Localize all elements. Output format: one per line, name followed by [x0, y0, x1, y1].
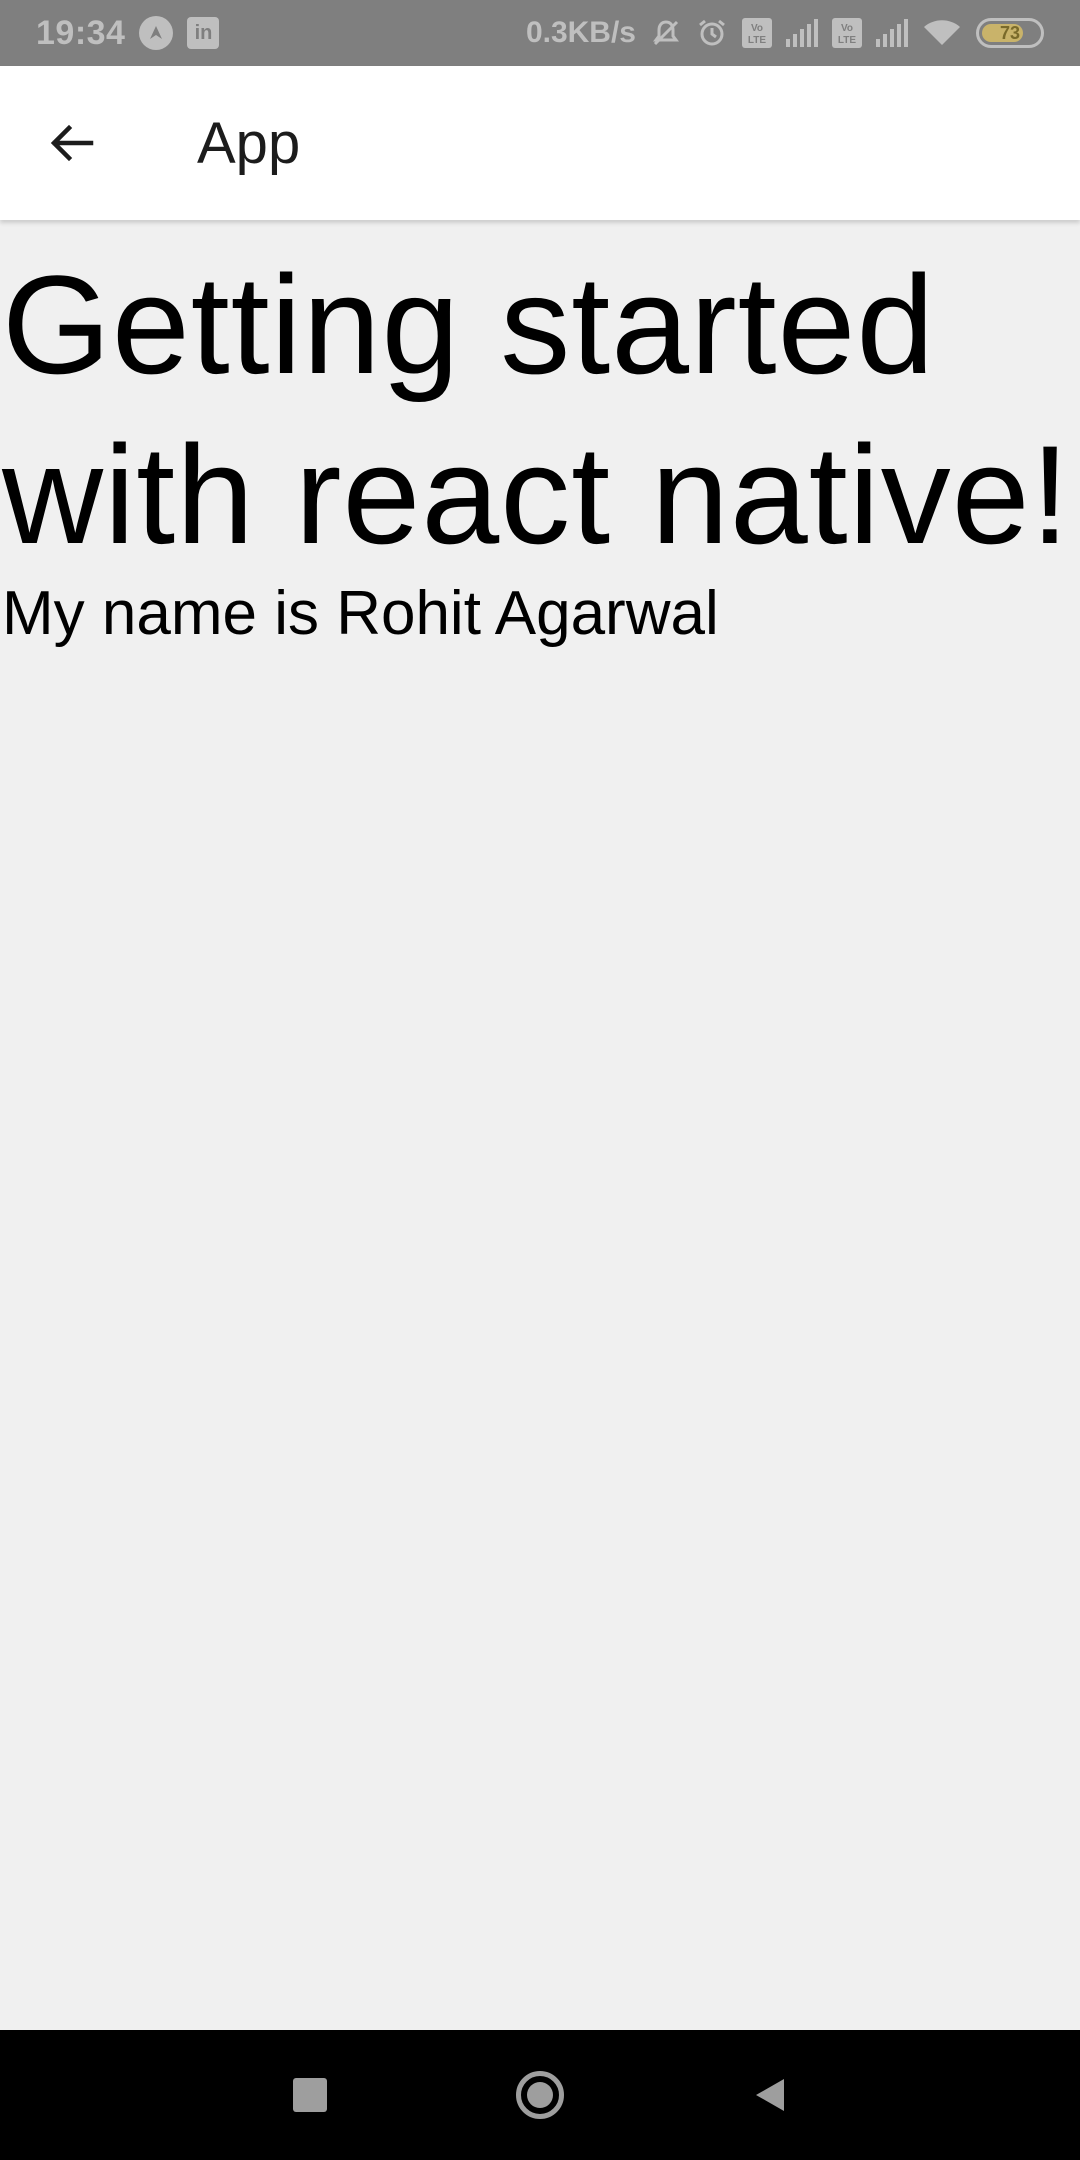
back-triangle-icon [756, 2079, 784, 2111]
volte-icon: Vo LTE [742, 18, 772, 48]
network-speed: 0.3KB/s [525, 16, 636, 49]
app-bar: App [0, 66, 1080, 220]
linkedin-notification-icon: in [187, 17, 220, 49]
volte-icon-2: Vo LTE [832, 18, 862, 48]
recents-icon [293, 2078, 327, 2112]
recents-button[interactable] [270, 2055, 350, 2135]
app-title: App [197, 110, 301, 176]
screen: 19:34 in 0.3KB/s Vo LTE Vo LTE 73 App Ge… [0, 0, 1080, 2160]
page-heading: Getting started with react native! [2, 246, 1071, 573]
author-text: My name is Rohit Agarwal [2, 579, 719, 648]
battery-icon: 73 [976, 18, 1044, 48]
mute-icon [650, 17, 682, 49]
home-icon [516, 2071, 564, 2119]
signal-icon-2 [876, 19, 908, 47]
status-time: 19:34 [36, 13, 126, 52]
back-button[interactable] [32, 103, 112, 183]
status-bar-left: 19:34 in [36, 13, 220, 53]
system-back-button[interactable] [730, 2055, 810, 2135]
signal-icon [786, 19, 818, 47]
battery-level: 73 [999, 22, 1021, 43]
status-bar: 19:34 in 0.3KB/s Vo LTE Vo LTE 73 [0, 0, 1080, 66]
main-content: Getting started with react native! My na… [0, 240, 1080, 654]
alarm-icon [696, 17, 728, 49]
navigation-notification-icon [139, 16, 174, 50]
arrow-left-icon [50, 124, 94, 162]
status-bar-right: 0.3KB/s Vo LTE Vo LTE 73 [526, 16, 1044, 50]
system-nav-bar [0, 2030, 1080, 2160]
home-button[interactable] [500, 2055, 580, 2135]
wifi-icon [922, 17, 962, 49]
